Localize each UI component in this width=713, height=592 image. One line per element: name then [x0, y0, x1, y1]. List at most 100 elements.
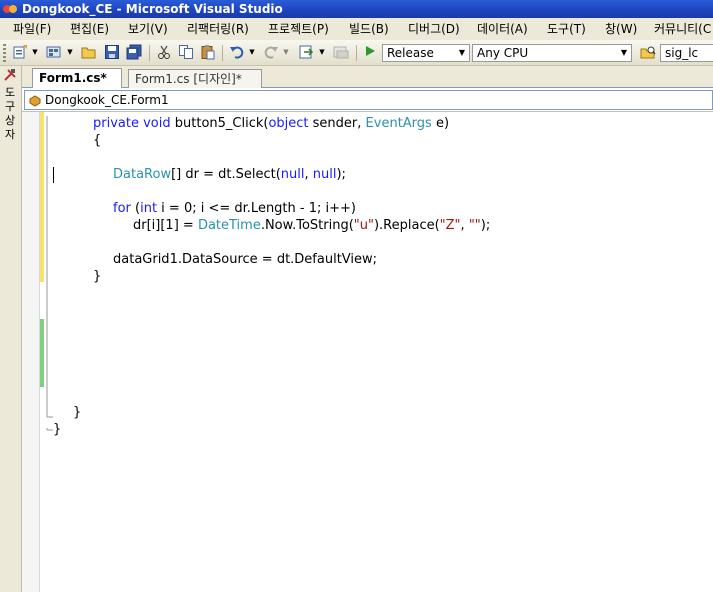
menu-item-7[interactable]: 데이터(A) — [477, 18, 528, 40]
navigation-bar: Dongkook_CE.Form1 — [22, 88, 713, 112]
navigate-back-icon[interactable] — [331, 44, 351, 61]
solution-configuration-select[interactable]: Release ▼ — [382, 44, 470, 62]
change-marker-unsaved — [40, 112, 44, 282]
find-input[interactable]: sig_lc — [660, 44, 713, 62]
code-token: } — [93, 269, 102, 284]
tab-label: Form1.cs* — [39, 71, 107, 85]
save-all-icon[interactable] — [124, 44, 144, 61]
text-caret — [53, 167, 54, 183]
toolbox-label-char: 상 — [4, 114, 16, 127]
open-file-icon[interactable] — [79, 44, 99, 61]
menu-item-5[interactable]: 빌드(B) — [349, 18, 389, 40]
code-token: sender, — [308, 116, 366, 131]
code-token: DataRow — [113, 167, 172, 182]
toolbar-grip[interactable] — [3, 44, 6, 62]
code-line: for (int i = 0; i <= dr.Length - 1; i++) — [113, 200, 356, 217]
copy-icon[interactable] — [176, 44, 196, 61]
toolbox-label-char: 자 — [4, 128, 16, 141]
code-token: i = 0; i <= dr.Length - 1; i++) — [157, 201, 356, 216]
solution-platform-select[interactable]: Any CPU ▼ — [472, 44, 632, 62]
menu-item-0[interactable]: 파일(F) — [13, 18, 51, 40]
code-token: for — [113, 201, 131, 216]
save-icon[interactable] — [102, 44, 122, 61]
start-debugging-icon[interactable] — [362, 44, 378, 61]
toolbox-strip: 도구상자 — [0, 66, 22, 592]
code-token: ); — [336, 167, 346, 182]
code-token: "u" — [353, 218, 374, 233]
menu-item-1[interactable]: 편집(E) — [70, 18, 109, 40]
menu-item-10[interactable]: 커뮤니티(C — [654, 18, 711, 40]
platform-value: Any CPU — [477, 46, 529, 60]
class-icon — [29, 94, 41, 107]
configuration-value: Release — [387, 46, 434, 60]
code-token: dr[i][1] = — [133, 218, 198, 233]
code-token: ).Replace( — [373, 218, 440, 233]
navigate-icon[interactable] — [296, 44, 316, 61]
redo-icon[interactable] — [262, 44, 280, 61]
chevron-down-icon[interactable]: ▼ — [318, 44, 326, 61]
menu-item-4[interactable]: 프로젝트(P) — [268, 18, 329, 40]
chevron-down-icon[interactable]: ▼ — [618, 46, 630, 60]
visual-studio-icon — [3, 3, 17, 15]
code-line: dr[i][1] = DateTime.Now.ToString("u").Re… — [133, 217, 490, 234]
toolbox-icon — [4, 69, 16, 81]
chevron-down-icon[interactable]: ▼ — [248, 44, 256, 61]
code-token: , — [460, 218, 469, 233]
outlining-margin — [46, 116, 53, 431]
chevron-down-icon[interactable]: ▼ — [66, 44, 74, 61]
code-token: ( — [130, 201, 141, 216]
code-token: { — [93, 133, 102, 148]
change-marker-unsaved — [40, 282, 44, 319]
chevron-down-icon[interactable]: ▼ — [31, 44, 39, 61]
code-line: { — [93, 132, 101, 149]
code-token: null — [312, 167, 337, 182]
menu-item-8[interactable]: 도구(T) — [547, 18, 586, 40]
window-title: Dongkook_CE - Microsoft Visual Studio — [22, 2, 283, 16]
change-marker-saved — [40, 319, 44, 387]
indicator-margin — [22, 112, 40, 592]
code-token: button5_Click( — [170, 116, 269, 131]
code-token: , — [304, 167, 313, 182]
code-token: private — [93, 116, 139, 131]
toolbar-separator — [222, 45, 223, 61]
code-token: e) — [431, 116, 450, 131]
toolbox-label-char: 도 — [4, 86, 16, 99]
new-project-icon[interactable] — [44, 44, 64, 61]
code-token: null — [280, 167, 305, 182]
code-token: void — [143, 116, 171, 131]
tab-form1-cs[interactable]: Form1.cs* — [32, 68, 122, 89]
toolbar-separator — [149, 45, 150, 61]
code-token: int — [140, 201, 158, 216]
menu-item-2[interactable]: 보기(V) — [128, 18, 168, 40]
code-token: .Now.ToString( — [260, 218, 354, 233]
type-selector-combo[interactable]: Dongkook_CE.Form1 — [24, 90, 713, 110]
tab-form1-cs-designer[interactable]: Form1.cs [디자인]* — [128, 69, 262, 88]
cut-icon[interactable] — [154, 44, 174, 61]
tab-label: Form1.cs [디자인]* — [135, 72, 242, 86]
code-token: DateTime — [197, 218, 261, 233]
menu-item-3[interactable]: 리팩터링(R) — [187, 18, 249, 40]
code-token: ); — [480, 218, 491, 233]
chevron-down-icon[interactable]: ▼ — [456, 46, 468, 60]
code-token: "" — [468, 218, 481, 233]
toolbar-separator — [356, 45, 357, 61]
code-line: dataGrid1.DataSource = dt.DefaultView; — [113, 251, 377, 268]
code-token: } — [53, 422, 62, 437]
code-line: } — [53, 421, 61, 438]
title-bar: Dongkook_CE - Microsoft Visual Studio — [0, 0, 713, 18]
code-token: } — [73, 405, 82, 420]
code-line: } — [93, 268, 101, 285]
paste-icon[interactable] — [198, 44, 218, 61]
undo-icon[interactable] — [228, 44, 246, 61]
type-selector-value: Dongkook_CE.Form1 — [45, 93, 169, 107]
chevron-down-icon[interactable]: ▼ — [282, 44, 290, 61]
find-in-files-icon[interactable] — [638, 44, 658, 61]
standard-toolbar: ▼ ▼ ▼ ▼ ▼ Release ▼ Any CPU ▼ sig_lc — [0, 40, 713, 66]
toolbox-label-char: 구 — [4, 100, 16, 113]
menu-item-9[interactable]: 창(W) — [605, 18, 637, 40]
code-editor[interactable]: private void button5_Click(object sender… — [22, 112, 713, 592]
menu-item-6[interactable]: 디버그(D) — [408, 18, 460, 40]
add-item-icon[interactable] — [10, 44, 30, 61]
menu-bar: 파일(F) 편집(E) 보기(V) 리팩터링(R) 프로젝트(P) 빌드(B) 디버그(D)… — [0, 18, 713, 40]
toolbox-tab[interactable]: 도구상자 — [1, 68, 19, 150]
